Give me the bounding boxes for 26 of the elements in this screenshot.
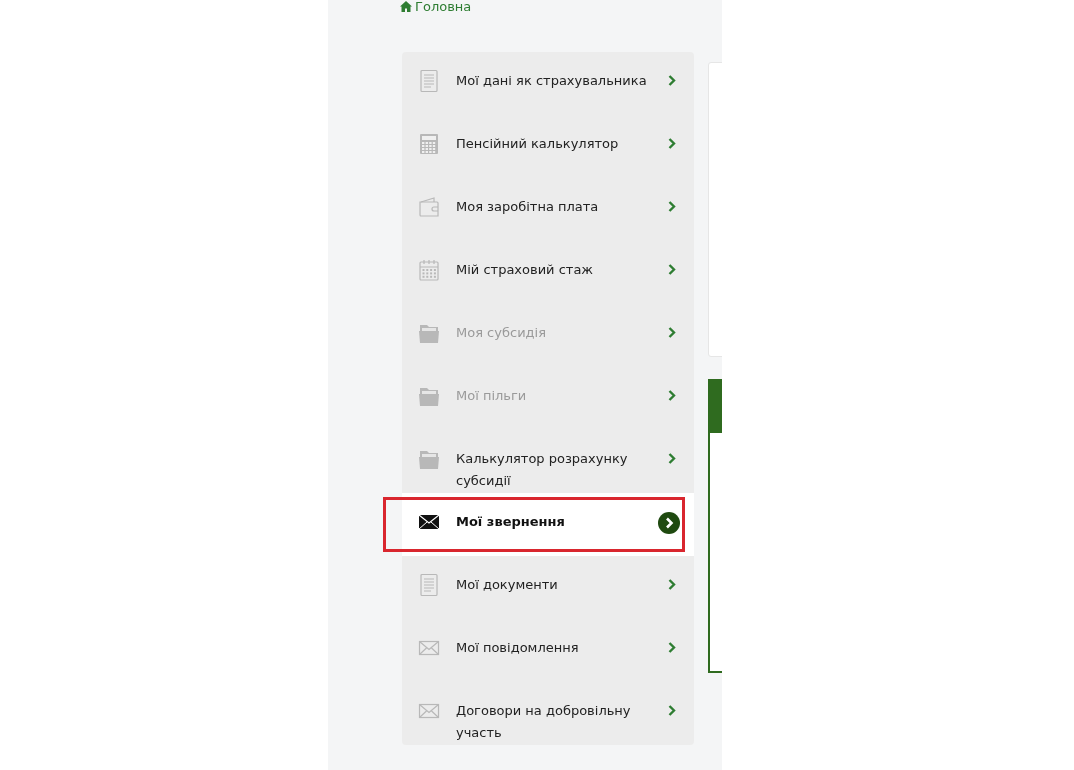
sidebar-item[interactable]: Мої повідомлення [402, 619, 694, 682]
sidebar-item[interactable]: Калькулятор розрахунку субсидії [402, 430, 694, 493]
calculator-icon [418, 132, 440, 156]
sidebar-item[interactable]: Мої документи [402, 556, 694, 619]
document-icon [418, 69, 440, 93]
home-icon [400, 0, 412, 12]
chevron-icon [668, 453, 676, 464]
chevron-icon [668, 642, 676, 653]
sidebar-item[interactable]: Договори на добровільну участь [402, 682, 694, 745]
chevron-icon [668, 390, 676, 401]
chevron-icon [668, 201, 676, 212]
sidebar-item[interactable]: Мій страховий стаж [402, 241, 694, 304]
calendar-icon [418, 258, 440, 282]
breadcrumb-link[interactable]: Головна [415, 0, 472, 14]
chevron-icon [668, 75, 676, 86]
chevron-icon [668, 327, 676, 338]
sidebar-item[interactable]: Мої дані як страхувальника [402, 52, 694, 115]
wallet-icon [418, 195, 440, 219]
document-icon [418, 573, 440, 597]
chevron-icon [668, 705, 676, 716]
sidebar-item[interactable]: Моя заробітна плата [402, 178, 694, 241]
chevron-icon [658, 512, 680, 534]
chevron-icon [668, 138, 676, 149]
chevron-icon [668, 264, 676, 275]
chevron-icon [668, 579, 676, 590]
sidebar-item[interactable]: Пенсійний калькулятор [402, 115, 694, 178]
